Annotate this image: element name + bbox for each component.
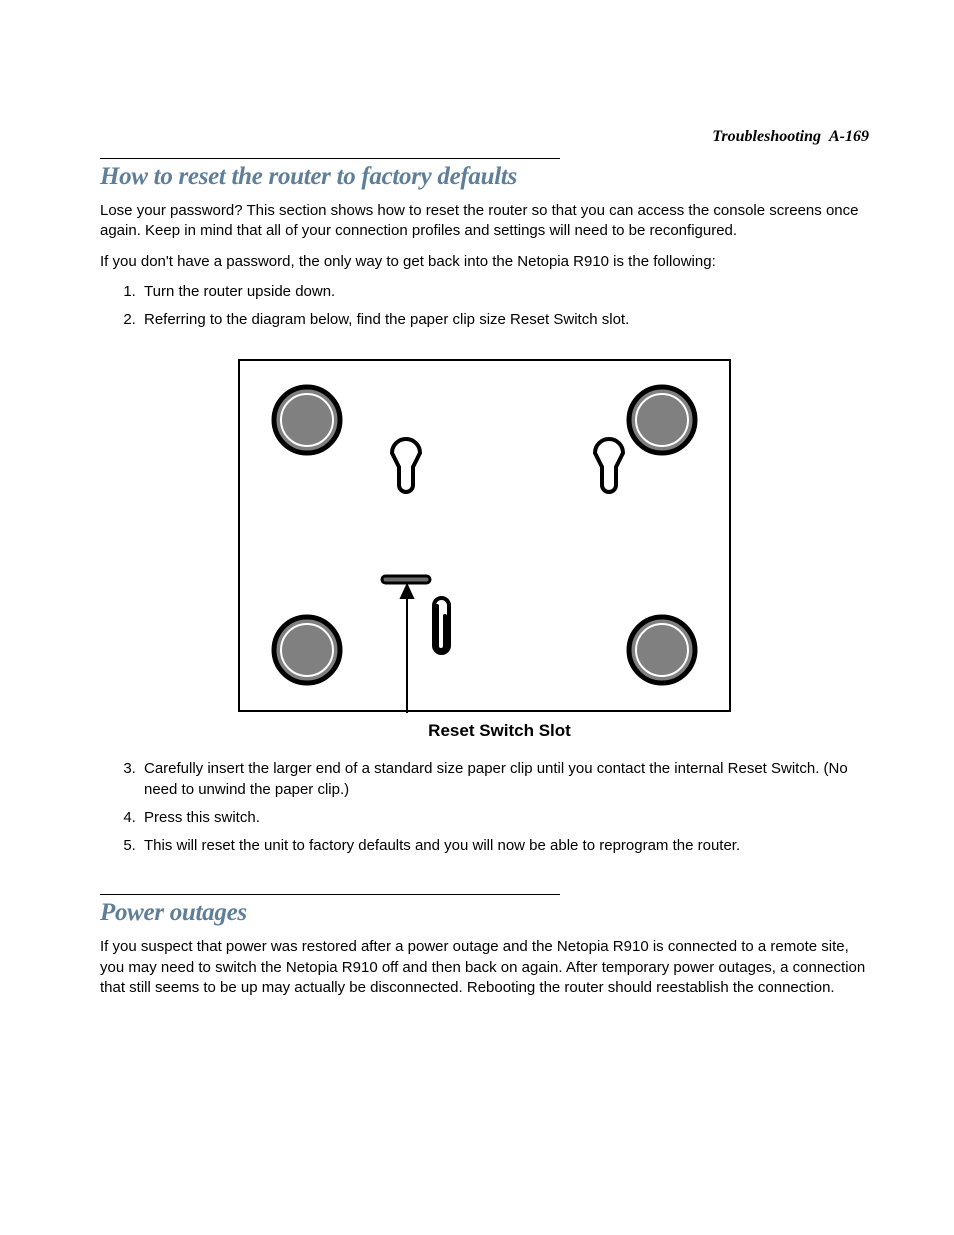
router-bottom-diagram [100,358,869,713]
section-rule [100,158,560,159]
steps-list-continued: Carefully insert the larger end of a sta… [100,759,869,856]
list-item: Press this switch. [140,808,869,828]
header-page-number: A-169 [829,128,869,145]
diagram-caption: Reset Switch Slot [100,721,869,741]
list-item: Turn the router upside down. [140,282,869,302]
document-page: Troubleshooting A-169 How to reset the r… [0,0,954,1235]
paragraph: If you suspect that power was restored a… [100,937,869,998]
steps-list: Turn the router upside down. Referring t… [100,282,869,331]
list-item: Referring to the diagram below, find the… [140,310,869,330]
heading-power-outages: Power outages [100,899,869,927]
paragraph: If you don't have a password, the only w… [100,252,869,272]
paragraph: Lose your password? This section shows h… [100,201,869,242]
section-rule [100,894,560,895]
page-header: Troubleshooting A-169 [712,128,869,146]
list-item: This will reset the unit to factory defa… [140,836,869,856]
header-section: Troubleshooting [712,128,821,145]
list-item: Carefully insert the larger end of a sta… [140,759,869,800]
router-diagram-svg [237,358,732,713]
heading-factory-reset: How to reset the router to factory defau… [100,163,869,191]
